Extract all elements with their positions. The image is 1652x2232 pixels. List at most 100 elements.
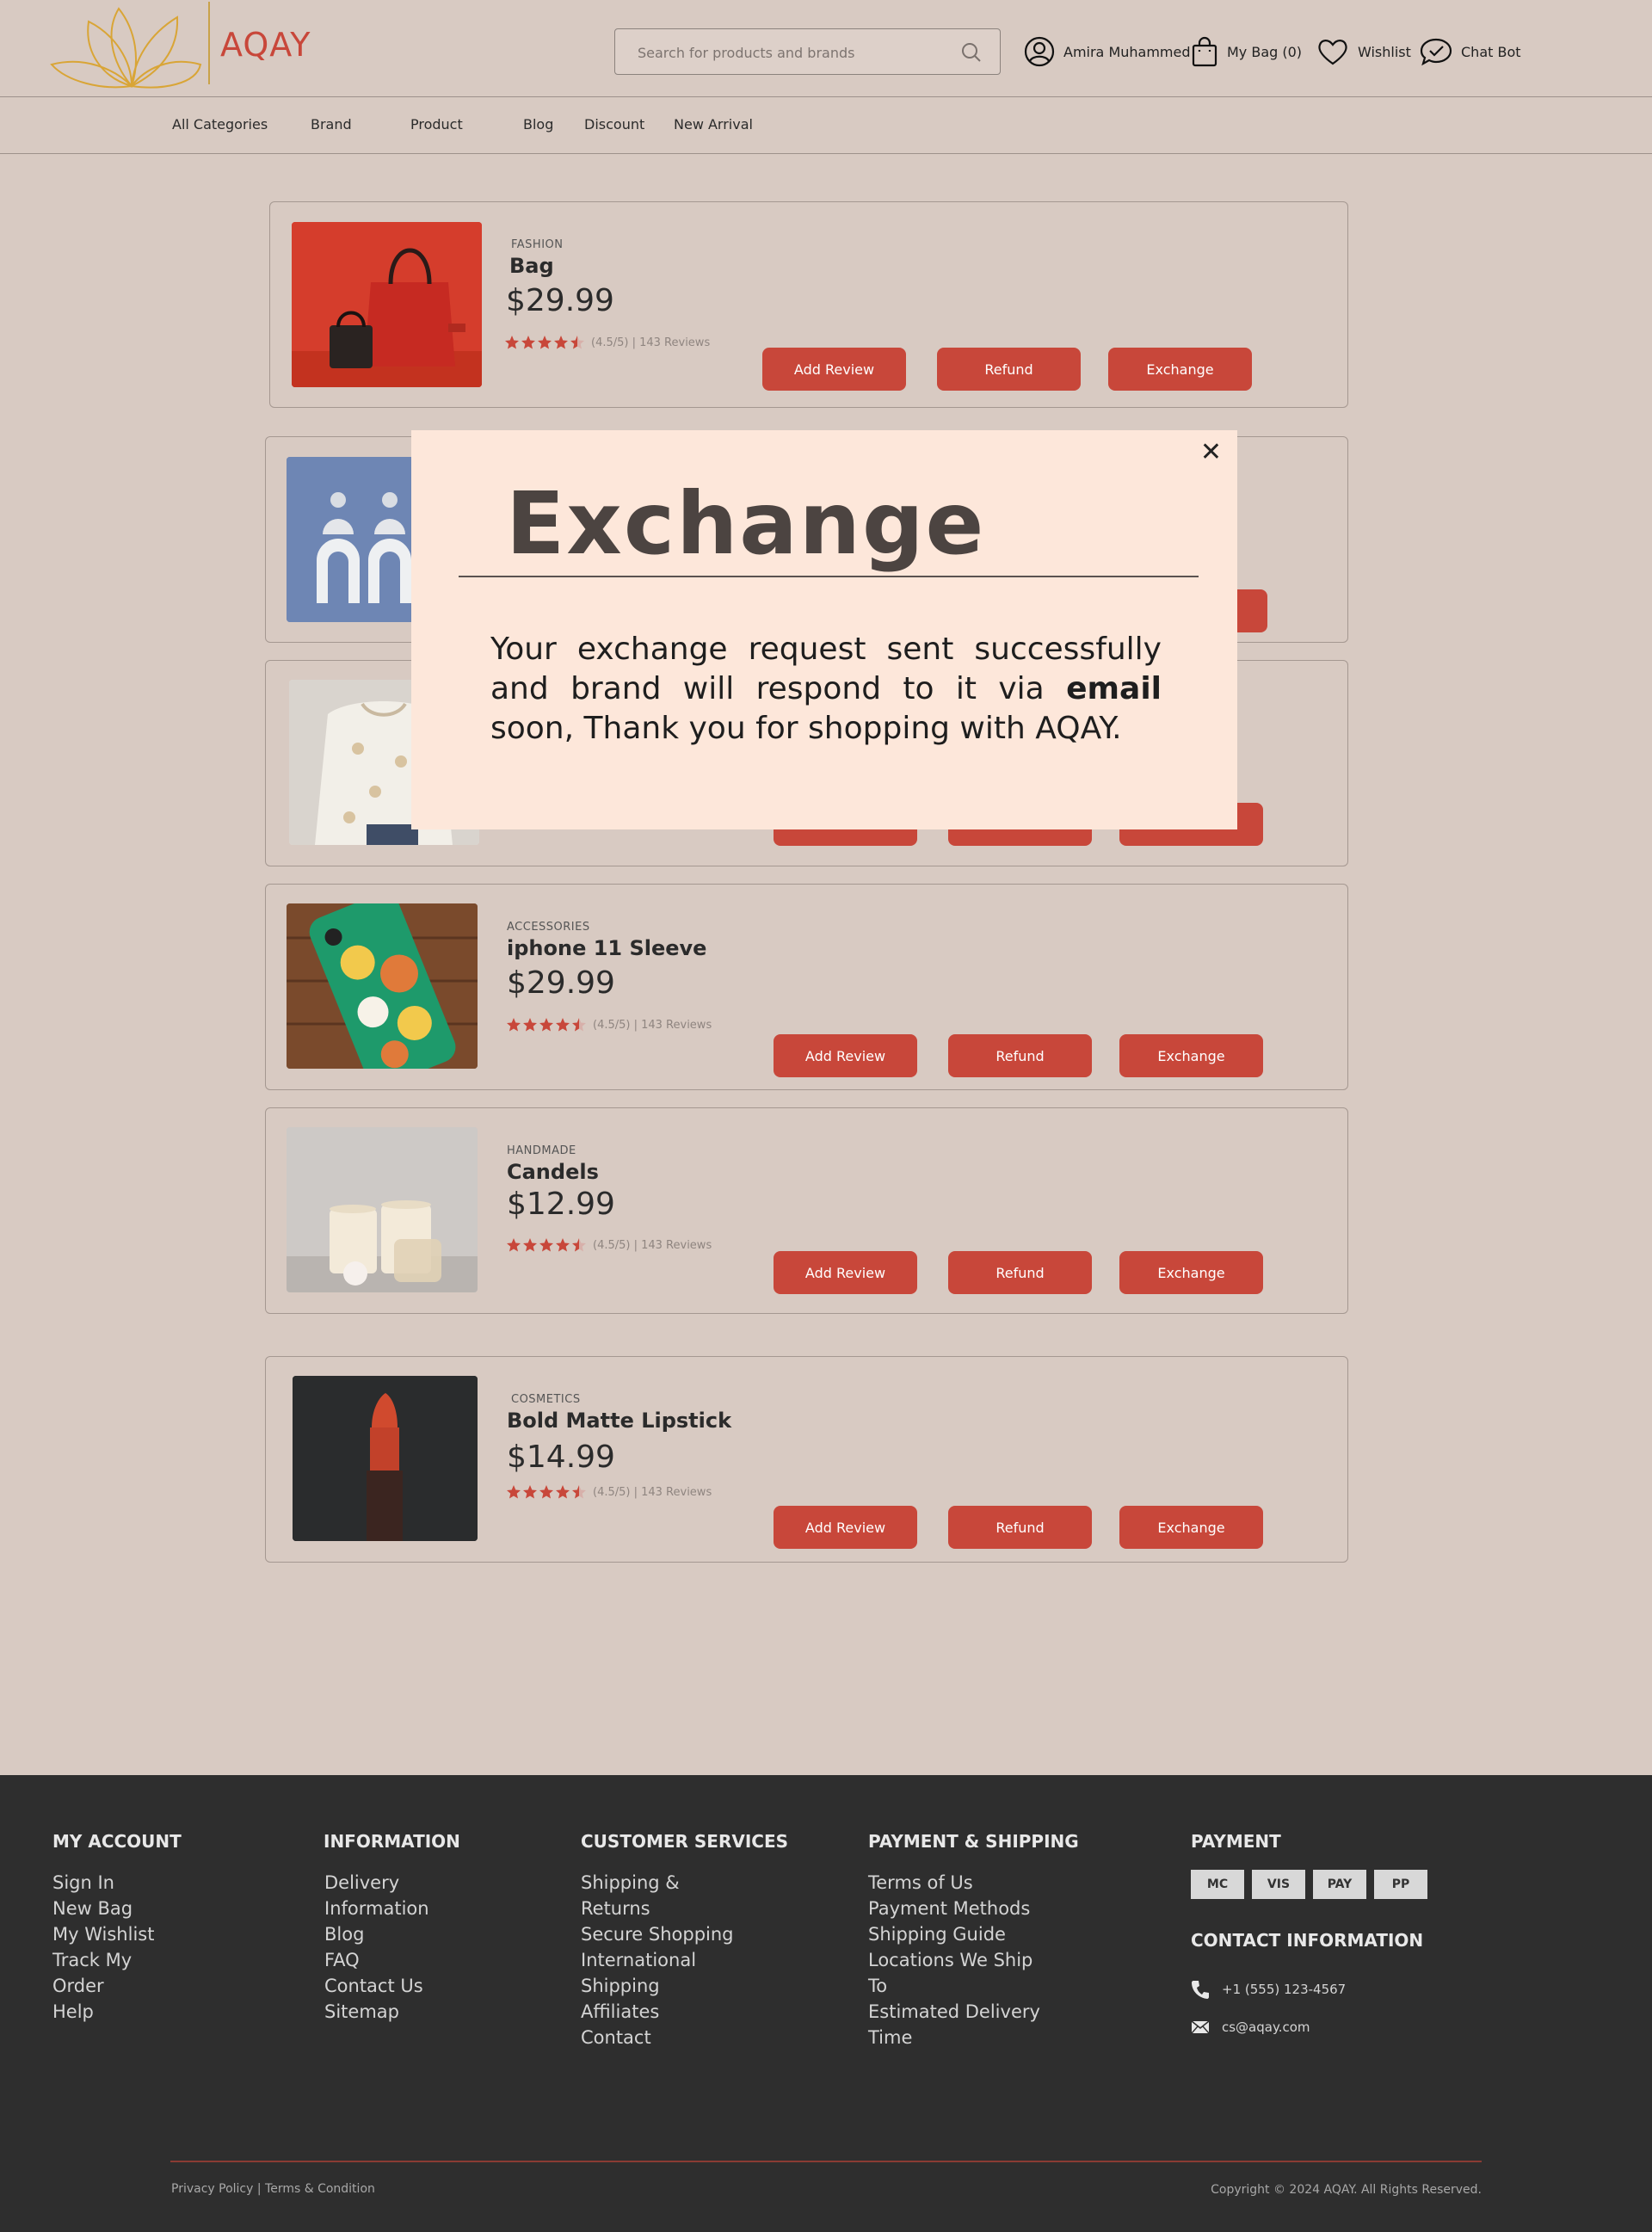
add-review-button[interactable]: Add Review	[774, 1034, 917, 1077]
nav-item-brand[interactable]: Brand	[311, 116, 352, 133]
product-image[interactable]	[293, 1376, 478, 1541]
wishlist-link[interactable]: Wishlist	[1316, 34, 1411, 69]
footer-customer-services-title: CUSTOMER SERVICES	[581, 1831, 789, 1852]
site-footer: MY ACCOUNT Sign In New Bag My Wishlist T…	[0, 1775, 1652, 2232]
footer-link[interactable]: Blog	[324, 1921, 429, 1947]
footer-link[interactable]: Track My	[52, 1947, 154, 1973]
exchange-button[interactable]: Exchange	[1119, 1034, 1263, 1077]
exchange-confirmation-modal: ✕ Exchange Your exchange request sent su…	[411, 430, 1237, 829]
contact-phone-text: +1 (555) 123-4567	[1222, 1982, 1347, 1997]
product-image[interactable]	[287, 1127, 478, 1292]
footer-link[interactable]: Terms of Us	[868, 1870, 1040, 1896]
modal-message-email: email	[1066, 671, 1162, 706]
footer-link[interactable]: Affiliates	[581, 1999, 734, 2025]
product-category: FASHION	[511, 238, 564, 251]
footer-link[interactable]: Estimated Delivery	[868, 1999, 1040, 2025]
footer-link[interactable]: New Bag	[52, 1896, 154, 1921]
refund-button[interactable]: Refund	[948, 1034, 1092, 1077]
footer-link[interactable]: FAQ	[324, 1947, 429, 1973]
footer-link[interactable]: Shipping	[581, 1973, 734, 1999]
contact-email-text: cs@aqay.com	[1222, 2019, 1310, 2035]
product-category: COSMETICS	[511, 1393, 581, 1406]
nav-item-blog[interactable]: Blog	[523, 116, 553, 133]
footer-link[interactable]: Shipping &	[581, 1870, 734, 1896]
footer-link[interactable]: Information	[324, 1896, 429, 1921]
nav-item-new-arrival[interactable]: New Arrival	[674, 116, 753, 133]
product-name[interactable]: Candels	[507, 1160, 599, 1184]
user-icon	[1024, 36, 1055, 67]
product-name[interactable]: Bold Matte Lipstick	[507, 1409, 731, 1433]
modal-title: Exchange	[506, 473, 986, 574]
product-rating: (4.5/5) | 143 Reviews	[504, 335, 710, 350]
footer-payment-shipping-title: PAYMENT & SHIPPING	[868, 1831, 1079, 1852]
footer-link[interactable]: Sign In	[52, 1870, 154, 1896]
add-review-button[interactable]: Add Review	[774, 1251, 917, 1294]
lotus-logo-icon[interactable]	[50, 0, 213, 90]
footer-legal-links[interactable]: Privacy Policy | Terms & Condition	[171, 2182, 375, 2196]
chatbot-link[interactable]: Chat Bot	[1420, 34, 1521, 69]
footer-link[interactable]: Returns	[581, 1896, 734, 1921]
product-category: HANDMADE	[507, 1144, 576, 1157]
footer-link[interactable]: Locations We Ship	[868, 1947, 1040, 1973]
footer-link[interactable]: Contact	[581, 2025, 734, 2050]
footer-link[interactable]: Shipping Guide	[868, 1921, 1040, 1947]
product-name[interactable]: iphone 11 Sleeve	[507, 936, 706, 960]
product-name[interactable]: Bag	[509, 254, 554, 278]
handbag-image-icon	[292, 222, 482, 387]
close-icon[interactable]: ✕	[1200, 437, 1222, 467]
pay-badge-icon: PAY	[1313, 1870, 1366, 1899]
candles-image-icon	[287, 1127, 478, 1292]
product-image[interactable]	[287, 457, 414, 622]
footer-link[interactable]: My Wishlist	[52, 1921, 154, 1947]
shopping-bag-icon	[1192, 36, 1217, 67]
rating-text: (4.5/5) | 143 Reviews	[593, 1018, 712, 1032]
product-image[interactable]	[287, 903, 478, 1069]
modal-message-end: .	[1112, 711, 1122, 746]
nav-item-all-categories[interactable]: All Categories	[172, 116, 268, 133]
footer-link[interactable]: International	[581, 1947, 734, 1973]
footer-link[interactable]: To	[868, 1973, 1040, 1999]
lipstick-image-icon	[293, 1376, 478, 1541]
nav-item-discount[interactable]: Discount	[584, 116, 644, 133]
refund-button[interactable]: Refund	[937, 348, 1081, 391]
product-price: $12.99	[507, 1187, 615, 1222]
exchange-button[interactable]: Exchange	[1119, 1506, 1263, 1549]
footer-link[interactable]: Contact Us	[324, 1973, 429, 1999]
heart-icon	[1318, 40, 1347, 65]
footer-link[interactable]: Help	[52, 1999, 154, 2025]
user-name: Amira Muhammed	[1063, 43, 1191, 60]
contact-phone[interactable]: +1 (555) 123-4567	[1191, 1979, 1346, 2000]
footer-link[interactable]: Payment Methods	[868, 1896, 1040, 1921]
footer-contact-title: CONTACT INFORMATION	[1191, 1930, 1424, 1951]
search-input[interactable]	[638, 41, 947, 64]
brand-name[interactable]: AQAY	[220, 26, 311, 64]
refund-button[interactable]: Refund	[948, 1506, 1092, 1549]
refund-button[interactable]: Refund	[948, 1251, 1092, 1294]
exchange-button[interactable]: Exchange	[1119, 1251, 1263, 1294]
modal-message: Your exchange request sent successfully …	[490, 630, 1162, 749]
product-rating: (4.5/5) | 143 Reviews	[506, 1237, 712, 1253]
product-rating: (4.5/5) | 143 Reviews	[506, 1484, 712, 1500]
add-review-button[interactable]: Add Review	[762, 348, 906, 391]
product-image[interactable]	[292, 222, 482, 387]
footer-link[interactable]: Delivery	[324, 1870, 429, 1896]
contact-email[interactable]: cs@aqay.com	[1191, 2019, 1310, 2035]
phone-case-image-icon	[287, 903, 478, 1069]
bag-link[interactable]: My Bag (0)	[1191, 34, 1302, 69]
search-icon[interactable]	[960, 41, 983, 64]
exchange-button[interactable]: Exchange	[1108, 348, 1252, 391]
account-link[interactable]: Amira Muhammed	[1024, 34, 1191, 69]
nav-item-product[interactable]: Product	[410, 116, 463, 133]
footer-link[interactable]: Order	[52, 1973, 154, 1999]
phone-icon	[1192, 1981, 1209, 1999]
logo-divider	[208, 2, 210, 84]
earrings-image-icon	[287, 457, 414, 622]
footer-link[interactable]: Sitemap	[324, 1999, 429, 2025]
star-rating-icon	[506, 1017, 588, 1033]
category-nav: All Categories Brand Product Blog Discou…	[0, 97, 1652, 154]
search-bar[interactable]	[614, 28, 1001, 75]
add-review-button[interactable]: Add Review	[774, 1506, 917, 1549]
footer-link[interactable]: Time	[868, 2025, 1040, 2050]
wishlist-label: Wishlist	[1358, 43, 1411, 60]
footer-link[interactable]: Secure Shopping	[581, 1921, 734, 1947]
